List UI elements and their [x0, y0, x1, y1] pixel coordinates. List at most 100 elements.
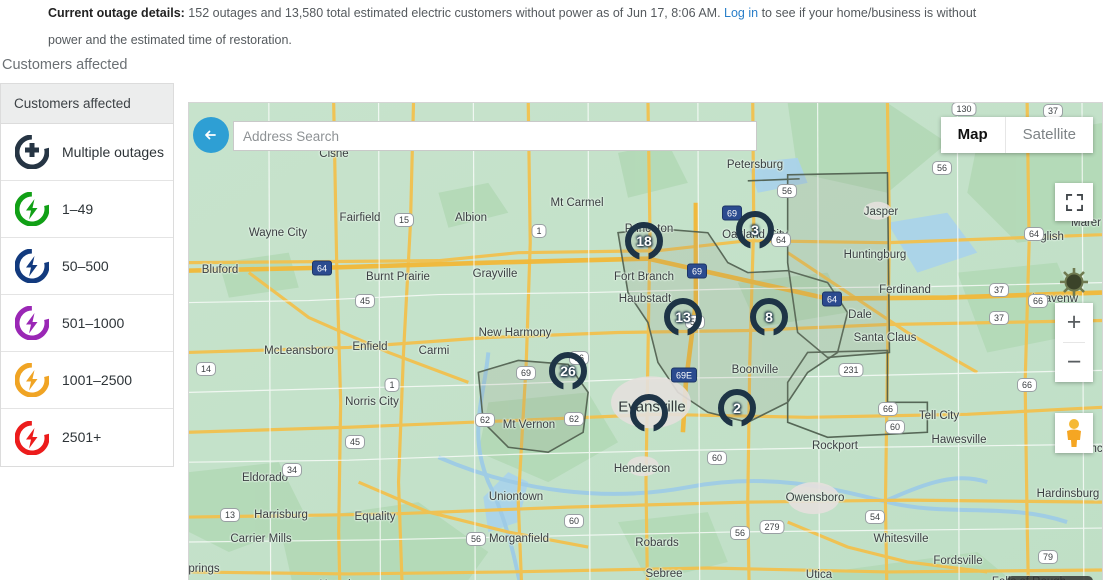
legend-row-label: 1–49 [62, 200, 94, 217]
route-shield: 64 [311, 260, 333, 276]
address-search-input[interactable] [233, 121, 757, 151]
cluster-count [630, 394, 668, 432]
outage-cluster-marker[interactable] [630, 394, 668, 432]
route-shield: 56 [729, 526, 751, 540]
route-shield: 14 [195, 362, 217, 376]
outage-notice-body2: to see if your home/business is without [758, 6, 977, 20]
legend-row-2[interactable]: 50–500 [1, 238, 173, 295]
route-shield: 279 [759, 520, 785, 534]
route-shield: 66 [1016, 378, 1038, 392]
zoom-out-button[interactable]: − [1055, 343, 1093, 382]
route-shield: 69E [670, 367, 698, 383]
map-type-satellite-button[interactable]: Satellite [1004, 117, 1093, 153]
route-shield: 34 [281, 463, 303, 477]
legend-row-5[interactable]: 2501+ [1, 409, 173, 466]
multiple-outages-icon [15, 135, 49, 169]
route-shield: 56 [465, 532, 487, 546]
route-shield: 79 [1037, 550, 1059, 564]
map-type-control[interactable]: Map Satellite [940, 117, 1093, 153]
outage-cluster-marker[interactable]: 26 [549, 352, 587, 390]
bolt-icon [11, 306, 53, 340]
outage-cluster-marker[interactable]: 3 [736, 211, 774, 249]
route-shield: 13 [219, 508, 241, 522]
legend-row-label: 2501+ [62, 429, 102, 445]
street-view-pegman-button[interactable] [1055, 413, 1093, 453]
legend-row-0[interactable]: Multiple outages [1, 124, 173, 181]
pegman-icon [1067, 419, 1081, 447]
arrow-left-icon [205, 130, 216, 140]
route-shield: 37 [988, 283, 1010, 297]
legend-row-1[interactable]: 1–49 [1, 181, 173, 238]
route-shield: 1 [384, 378, 400, 392]
bolt-icon [11, 249, 53, 283]
route-shield: 64 [821, 291, 843, 307]
legend-rows: Multiple outages 1–49 50–500 501–1000 10… [1, 124, 173, 466]
route-shield: 60 [563, 514, 585, 528]
collapse-panel-button[interactable] [193, 117, 229, 153]
route-shield: 64 [1023, 227, 1045, 241]
route-shield: 66 [877, 402, 899, 416]
outage-notice-lead: Current outage details: [48, 6, 185, 20]
legend-row-label: 50–500 [62, 257, 109, 274]
outage-cluster-marker[interactable]: 18 [625, 222, 663, 260]
cluster-count: 8 [765, 309, 773, 325]
legend-row-3[interactable]: 501–1000 [1, 295, 173, 352]
legend-row-4[interactable]: 1001–2500 [1, 352, 173, 409]
bolt-icon [15, 363, 49, 397]
route-shield: 69 [515, 366, 537, 380]
route-shield: 231 [838, 363, 864, 377]
fullscreen-icon [1065, 193, 1083, 211]
cluster-count: 13 [675, 309, 691, 325]
outage-cluster-marker[interactable]: 8 [750, 298, 788, 336]
bolt-icon [15, 306, 49, 340]
fullscreen-button[interactable] [1055, 183, 1093, 221]
route-shield: 45 [344, 435, 366, 449]
compass-control[interactable] [1059, 267, 1089, 297]
route-shield: 69 [686, 263, 708, 279]
route-shield: 130 [951, 103, 977, 116]
route-shield: 60 [706, 451, 728, 465]
legend-row-label: Multiple outages [62, 143, 164, 160]
outage-map[interactable]: Cisne Petersburg Mt Carmel Princeton Jasper F… [188, 102, 1103, 580]
main-content: Customers affected Customers affected Mu… [0, 48, 1107, 580]
bolt-icon [15, 192, 49, 226]
zoom-control[interactable]: + − [1055, 303, 1093, 382]
outage-cluster-marker[interactable]: 2 [718, 389, 756, 427]
cluster-count: 18 [636, 233, 652, 249]
route-shield: 62 [563, 412, 585, 426]
outage-notice-body: 152 outages and 13,580 total estimated e… [184, 6, 725, 20]
legend-row-label: 1001–2500 [62, 371, 133, 388]
route-shield: 15 [393, 213, 415, 227]
route-shield: 37 [1042, 104, 1064, 118]
login-link[interactable]: Log in [724, 6, 758, 20]
legend-title: Customers affected [2, 57, 128, 73]
route-shield: 54 [864, 510, 886, 524]
outage-cluster-marker[interactable]: 13 [664, 298, 702, 336]
route-shield: 56 [776, 184, 798, 198]
weather-toggle-button[interactable]: Weather + [1006, 576, 1093, 580]
zoom-in-button[interactable]: + [1055, 303, 1093, 342]
legend-table: Customers affected Multiple outages 1–49… [0, 83, 174, 467]
bolt-icon [15, 420, 49, 455]
bolt-icon [15, 249, 49, 283]
bolt-icon [11, 192, 53, 226]
bolt-icon [11, 363, 53, 397]
route-shield: 56 [931, 161, 953, 175]
bolt-icon [11, 420, 53, 455]
legend-row-label: 501–1000 [62, 314, 125, 331]
route-shield: 37 [988, 311, 1010, 325]
cluster-count: 2 [733, 400, 741, 416]
outage-notice-banner: Current outage details: 152 outages and … [0, 0, 1107, 48]
map-type-map-button[interactable]: Map [941, 117, 1005, 153]
route-shield: 62 [474, 413, 496, 427]
route-shield: 1 [531, 224, 547, 238]
route-shield: 45 [354, 294, 376, 308]
route-shield: 66 [1027, 294, 1049, 308]
route-shield: 60 [884, 420, 906, 434]
cluster-count: 26 [560, 363, 576, 379]
cluster-count: 3 [751, 222, 759, 238]
multiple-outages-icon [11, 135, 53, 169]
map-base-tiles [189, 103, 1102, 580]
legend-table-header: Customers affected [1, 84, 173, 124]
legend-panel: Customers affected Customers affected Mu… [0, 48, 176, 467]
